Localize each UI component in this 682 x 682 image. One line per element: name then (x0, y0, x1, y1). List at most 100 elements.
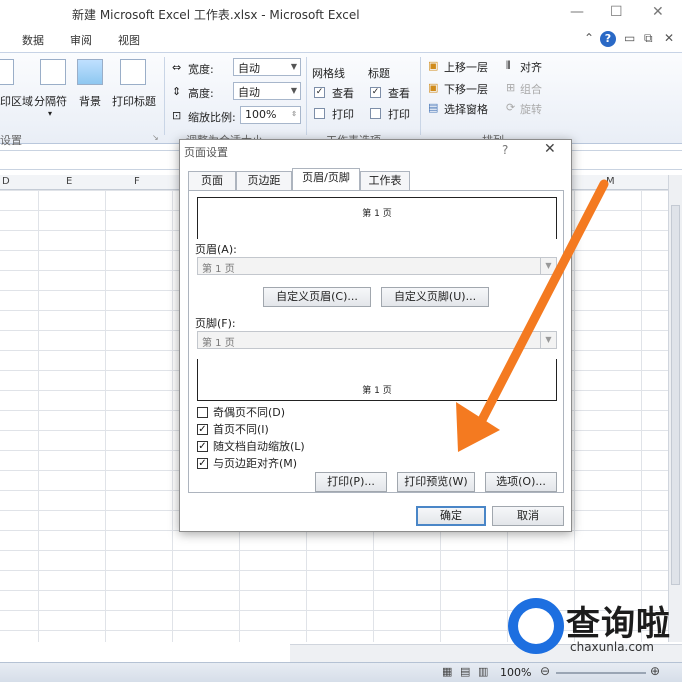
dialog-title: 页面设置 (184, 146, 228, 159)
gridlines-print-checkbox[interactable] (314, 108, 325, 119)
tab-header-footer[interactable]: 页眉/页脚 (292, 168, 360, 190)
bring-forward-button[interactable]: 上移一层 (444, 59, 488, 75)
custom-footer-button[interactable]: 自定义页脚(U)... (381, 287, 489, 307)
headings-print-label: 打印 (388, 108, 410, 121)
print-titles-button[interactable]: 打印标题 (112, 93, 156, 109)
send-backward-button[interactable]: 下移一层 (444, 81, 488, 97)
watermark-brand: 查询啦 (566, 604, 671, 644)
zoom-out-icon[interactable]: ⊖ (540, 664, 550, 678)
gridlines-view-checkbox[interactable]: ✓ (314, 87, 325, 98)
height-icon: ⇕ (172, 85, 182, 98)
zoom-scale-label: 缩放比例: (188, 111, 236, 124)
width-select[interactable]: 自动 ▼ (233, 58, 301, 76)
different-odd-even-label: 奇偶页不同(D) (213, 406, 286, 419)
background-button[interactable]: 背景 (79, 93, 101, 109)
window-close-icon[interactable]: ✕ (664, 31, 674, 45)
ribbon-collapse-icon[interactable]: ⌃ (584, 31, 594, 45)
breaks-icon (40, 59, 66, 85)
group-button[interactable]: 组合 (520, 81, 542, 97)
zoom-scale-spinner[interactable]: 100% ⇳ (240, 106, 301, 124)
tab-review[interactable]: 审阅 (70, 32, 92, 48)
page-layout-icon[interactable]: ▤ (460, 665, 470, 678)
headings-label: 标题 (368, 67, 390, 80)
different-first-page-checkbox[interactable]: ✓ (197, 424, 208, 435)
normal-view-icon[interactable]: ▦ (442, 665, 452, 678)
gridlines-label: 网格线 (312, 67, 345, 80)
vertical-scrollbar[interactable] (668, 175, 682, 642)
gridlines-print-label: 打印 (332, 108, 354, 121)
ribbon-tabs: 数据 审阅 视图 ⌃ ? ▭ ⧉ ✕ (0, 28, 682, 52)
column-header-e[interactable]: E (66, 176, 72, 187)
cancel-button[interactable]: 取消 (492, 506, 564, 526)
help-icon[interactable]: ? (600, 31, 616, 47)
dialog-close-icon[interactable]: ✕ (544, 141, 556, 157)
tab-page[interactable]: 页面 (188, 171, 236, 190)
headings-print-checkbox[interactable] (370, 108, 381, 119)
page-setup-launcher-icon[interactable]: ↘ (152, 133, 159, 142)
column-header-d[interactable]: D (2, 176, 10, 187)
title-bar: 新建 Microsoft Excel 工作表.xlsx - Microsoft … (0, 0, 682, 28)
chevron-down-icon: ▼ (540, 332, 556, 348)
height-select[interactable]: 自动 ▼ (233, 82, 301, 100)
watermark-url: chaxunla.com (570, 640, 654, 654)
zoom-in-icon[interactable]: ⊕ (650, 664, 660, 678)
window-restore-icon[interactable]: ⧉ (644, 31, 653, 46)
page-setup-caption: 设置 (0, 134, 22, 147)
align-with-margins-label: 与页边距对齐(M) (213, 457, 298, 470)
page-break-icon[interactable]: ▥ (478, 665, 488, 678)
align-with-margins-checkbox[interactable]: ✓ (197, 458, 208, 469)
selection-pane-button[interactable]: 选择窗格 (444, 101, 488, 117)
footer-preview-text: 第 1 页 (362, 386, 392, 396)
header-preview: 第 1 页 (197, 197, 557, 239)
header-dropdown[interactable]: 第 1 页 ▼ (197, 257, 557, 275)
tab-margins[interactable]: 页边距 (236, 171, 292, 190)
align-icon: ⫴ (506, 59, 511, 72)
options-button[interactable]: 选项(O)... (485, 472, 557, 492)
zoom-level[interactable]: 100% (500, 666, 531, 679)
ribbon-separator (164, 57, 165, 135)
print-area-button[interactable]: 印区域 (0, 93, 33, 109)
bring-forward-icon: ▣ (428, 59, 439, 72)
dialog-help-icon[interactable]: ? (502, 143, 508, 157)
rotate-icon: ⟳ (506, 101, 516, 114)
width-icon: ⇔ (172, 61, 182, 74)
header-footer-panel: 第 1 页 页眉(A): 第 1 页 ▼ 自定义页眉(C)... 自定义页脚(U)… (188, 190, 564, 493)
headings-view-label: 查看 (388, 87, 410, 100)
group-icon: ⊞ (506, 81, 516, 94)
footer-dropdown[interactable]: 第 1 页 ▼ (197, 331, 557, 349)
column-header-m[interactable]: M (606, 176, 615, 187)
tab-view[interactable]: 视图 (118, 32, 140, 48)
zoom-scale-icon: ⊡ (172, 109, 182, 122)
different-odd-even-checkbox[interactable] (197, 407, 208, 418)
scale-with-document-label: 随文档自动缩放(L) (213, 440, 305, 453)
watermark-logo-inner (518, 608, 554, 644)
restore-ribbon-icon[interactable]: ▭ (624, 31, 635, 45)
align-button[interactable]: 对齐 (520, 59, 542, 75)
ribbon: 印区域 分隔符 ▾ 背景 打印标题 设置 ↘ ⇔ 宽度: 自动 ▼ ⇕ 高度: 自… (0, 52, 682, 147)
ok-button[interactable]: 确定 (416, 506, 486, 526)
header-preview-text: 第 1 页 (362, 209, 392, 219)
rotate-button[interactable]: 旋转 (520, 101, 542, 117)
breaks-button[interactable]: 分隔符 (34, 93, 67, 109)
zoom-slider[interactable] (556, 672, 646, 674)
close-icon[interactable]: ✕ (652, 4, 664, 20)
custom-header-button[interactable]: 自定义页眉(C)... (263, 287, 371, 307)
width-label: 宽度: (188, 63, 214, 76)
minimize-icon[interactable]: — (570, 4, 584, 20)
footer-preview: 第 1 页 (197, 359, 557, 401)
background-icon (77, 59, 103, 85)
print-area-icon (0, 59, 14, 85)
print-preview-button[interactable]: 打印预览(W) (397, 472, 475, 492)
column-header-f[interactable]: F (134, 176, 140, 187)
print-titles-icon (120, 59, 146, 85)
tab-sheet[interactable]: 工作表 (360, 171, 410, 190)
header-label: 页眉(A): (195, 243, 237, 256)
scale-with-document-checkbox[interactable]: ✓ (197, 441, 208, 452)
breaks-dropdown-icon[interactable]: ▾ (48, 109, 52, 118)
tab-data[interactable]: 数据 (22, 32, 44, 48)
maximize-icon[interactable]: ☐ (610, 4, 623, 20)
print-button[interactable]: 打印(P)... (315, 472, 387, 492)
headings-view-checkbox[interactable]: ✓ (370, 87, 381, 98)
scroll-thumb[interactable] (671, 205, 680, 585)
dialog-tabs: 页面 页边距 页眉/页脚 工作表 (188, 168, 564, 190)
